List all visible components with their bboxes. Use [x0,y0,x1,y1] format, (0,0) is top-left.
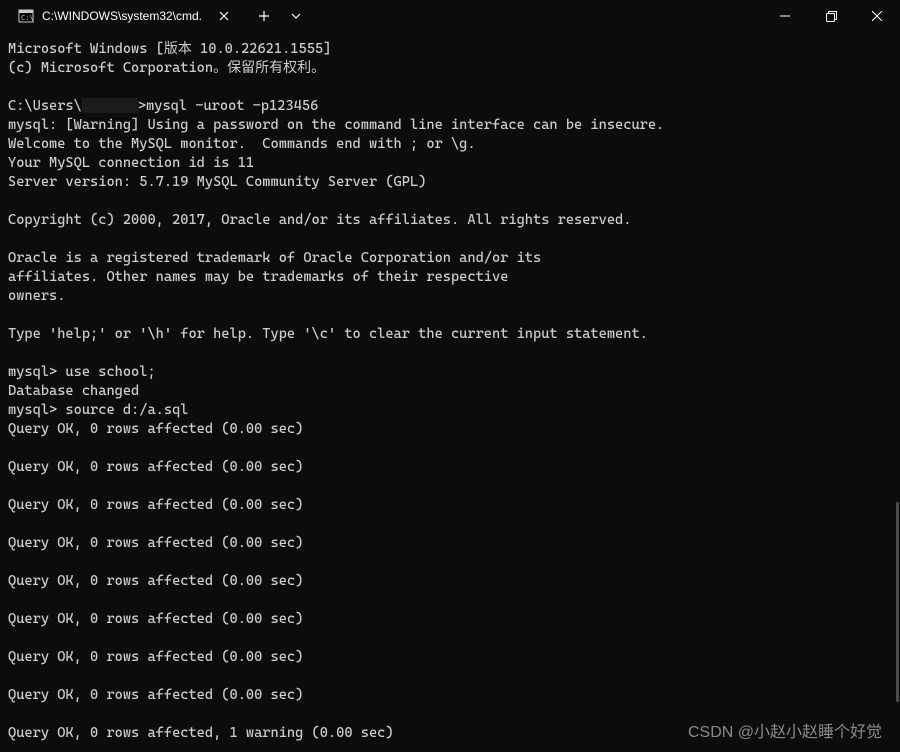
svg-text:C:\: C:\ [21,14,34,22]
terminal-line: Your MySQL connection id is 11 [8,154,892,173]
titlebar: C:\ C:\WINDOWS\system32\cmd. [0,0,900,32]
close-button[interactable] [854,0,900,32]
minimize-button[interactable] [762,0,808,32]
terminal-line: Query OK, 0 rows affected (0.00 sec) [8,572,892,591]
terminal-line: Query OK, 0 rows affected (0.00 sec) [8,648,892,667]
tab-title: C:\WINDOWS\system32\cmd. [42,9,208,23]
terminal-line [8,344,892,363]
terminal-line: (c) Microsoft Corporation。保留所有权利。 [8,59,892,78]
terminal-line: Query OK, 0 rows affected (0.00 sec) [8,610,892,629]
terminal-line [8,230,892,249]
terminal-line [8,705,892,724]
terminal-line: mysql> use school; [8,363,892,382]
terminal-line [8,78,892,97]
tab-close-button[interactable] [216,8,232,24]
terminal-line: Oracle is a registered trademark of Orac… [8,249,892,268]
terminal-line: Server version: 5.7.19 MySQL Community S… [8,173,892,192]
redacted-username [82,98,138,113]
terminal-line: owners. [8,287,892,306]
terminal-line: Query OK, 0 rows affected, 1 warning (0.… [8,724,892,743]
scrollbar-thumb[interactable] [896,502,899,702]
terminal-line [8,306,892,325]
maximize-button[interactable] [808,0,854,32]
terminal-line [8,591,892,610]
terminal-line: Query OK, 0 rows affected (0.00 sec) [8,420,892,439]
terminal-line: Type 'help;' or '\h' for help. Type '\c'… [8,325,892,344]
terminal-line [8,477,892,496]
terminal-line: Database changed [8,382,892,401]
terminal-line [8,629,892,648]
terminal-line: C:\Users\>mysql -uroot -p123456 [8,97,892,116]
scrollbar[interactable] [890,32,900,752]
terminal-line: Query OK, 0 rows affected (0.00 sec) [8,686,892,705]
terminal-line [8,667,892,686]
terminal-line: Query OK, 0 rows affected (0.00 sec) [8,458,892,477]
terminal-line: Query OK, 0 rows affected (0.00 sec) [8,496,892,515]
new-tab-button[interactable] [248,0,280,32]
window-controls [762,0,900,32]
terminal-line: mysql> source d:/a.sql [8,401,892,420]
terminal-line [8,515,892,534]
tab-dropdown-button[interactable] [280,0,312,32]
titlebar-drag-area[interactable] [312,0,762,32]
terminal-output[interactable]: Microsoft Windows [版本 10.0.22621.1555](c… [0,32,900,752]
terminal-line [8,192,892,211]
terminal-tab[interactable]: C:\ C:\WINDOWS\system32\cmd. [8,0,240,32]
terminal-line: Query OK, 0 rows affected (0.00 sec) [8,534,892,553]
terminal-line: Welcome to the MySQL monitor. Commands e… [8,135,892,154]
cmd-icon: C:\ [18,8,34,24]
terminal-line [8,553,892,572]
terminal-line: Microsoft Windows [版本 10.0.22621.1555] [8,40,892,59]
terminal-line: Copyright (c) 2000, 2017, Oracle and/or … [8,211,892,230]
terminal-line: affiliates. Other names may be trademark… [8,268,892,287]
terminal-line: mysql: [Warning] Using a password on the… [8,116,892,135]
terminal-line [8,439,892,458]
